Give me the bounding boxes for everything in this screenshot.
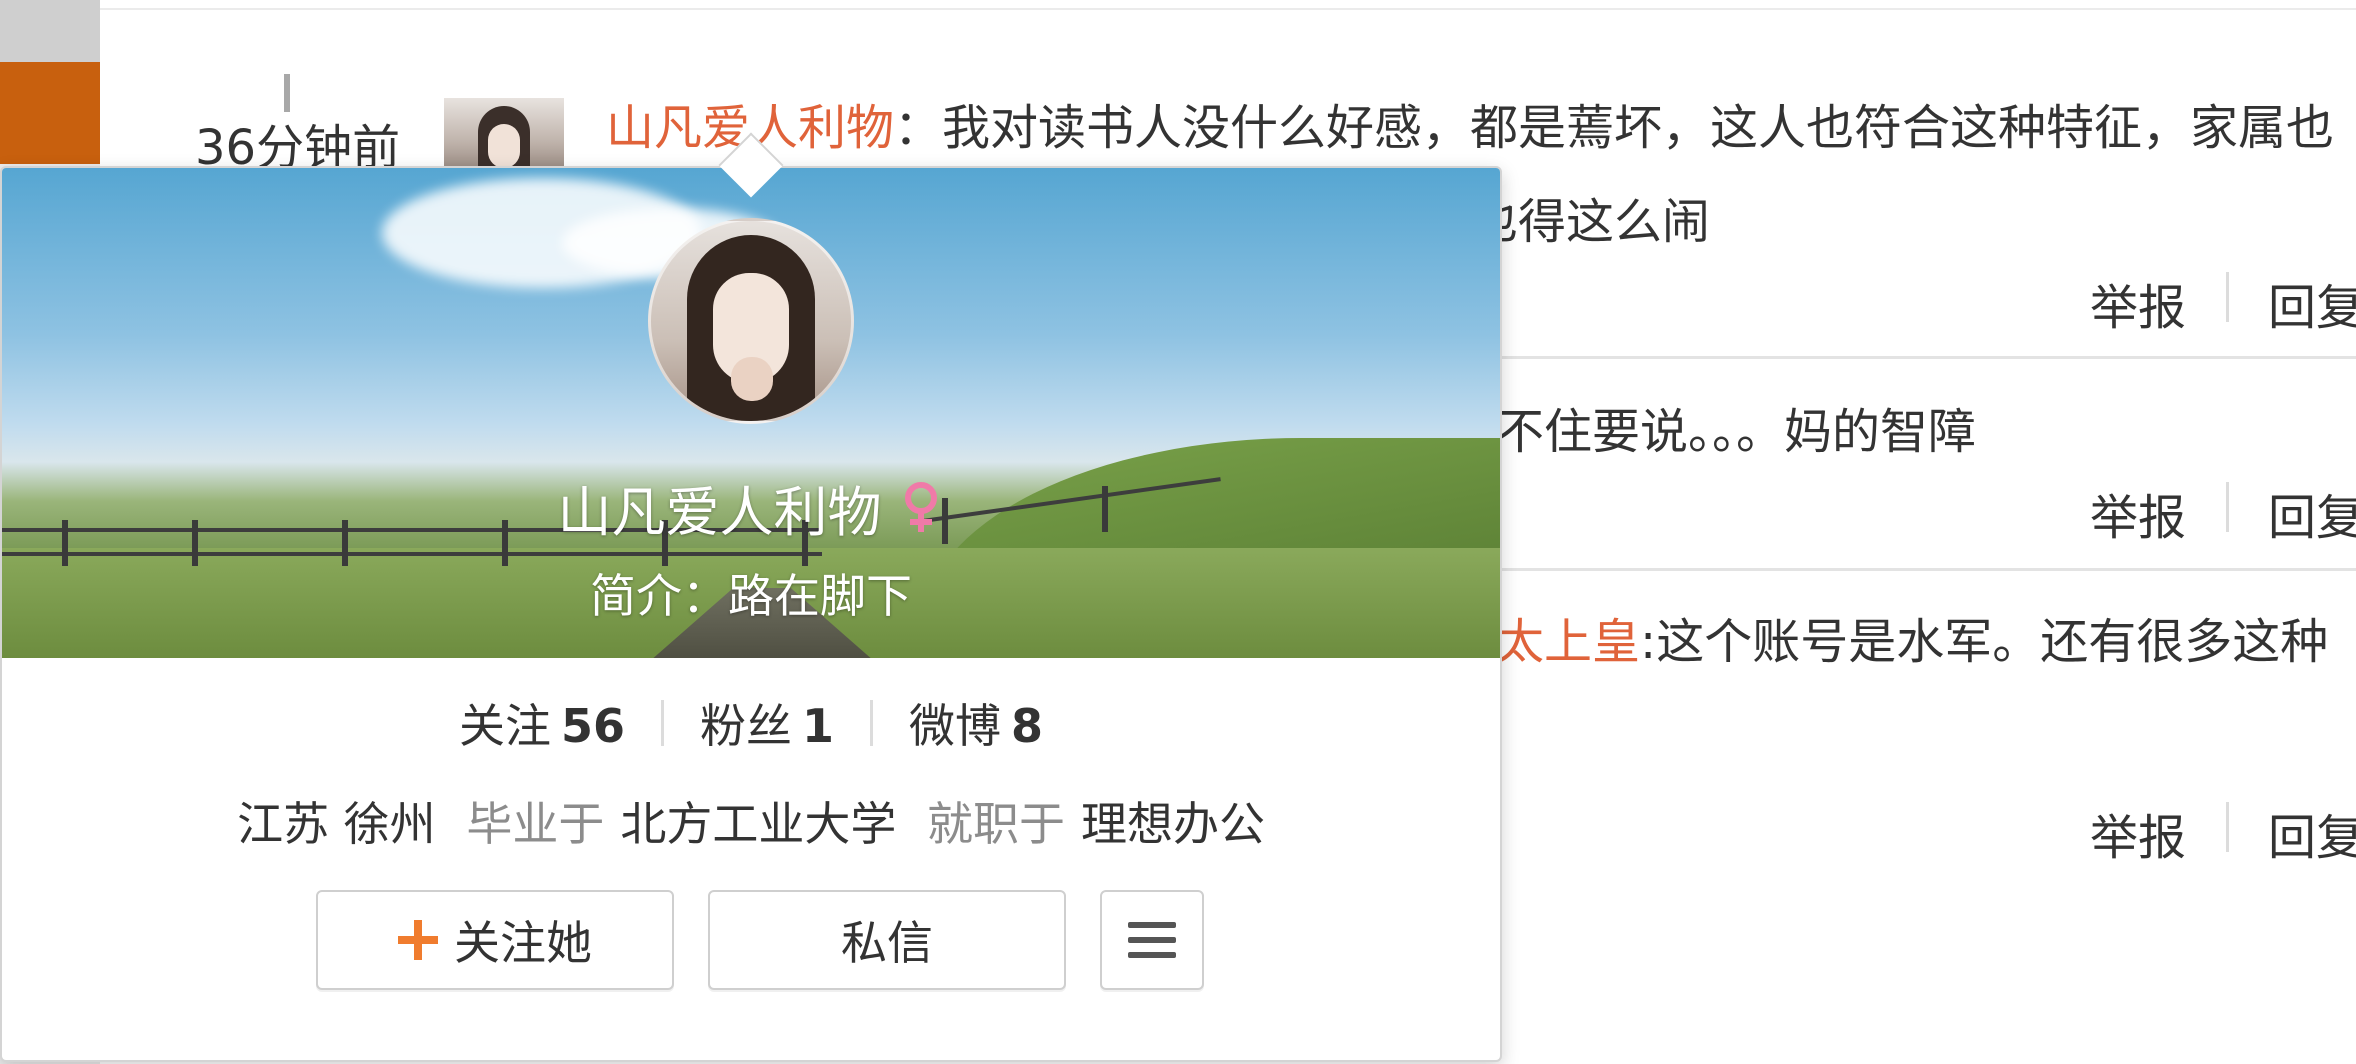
- user-profile-card: 山凡爱人利物 简介：路在脚下 关注 56 粉丝 1 微博 8 江苏 徐州 毕业于 北方工业大…: [0, 166, 1502, 1062]
- comment-divider: [1490, 356, 2356, 359]
- gutter-orange-block: [0, 62, 100, 164]
- gutter-gray-block: [0, 0, 100, 62]
- bio-label: 简介：: [590, 569, 728, 623]
- profile-bio-row: 简介：路在脚下: [2, 560, 1500, 626]
- comment3-username[interactable]: 太上皇: [1496, 614, 1640, 670]
- action-separator: [2226, 272, 2229, 322]
- comment2-text: 不住要说。。。妈的智障: [1496, 404, 1977, 460]
- report-link[interactable]: 举报: [2090, 798, 2186, 868]
- cover-image: 山凡爱人利物 简介：路在脚下: [2, 168, 1500, 658]
- profile-stats: 关注 56 粉丝 1 微博 8: [2, 690, 1500, 756]
- timestamp-marker: [284, 74, 290, 112]
- edu-label: 毕业于: [466, 797, 605, 851]
- message-button[interactable]: 私信: [708, 890, 1066, 990]
- stat-weibo[interactable]: 微博 8: [873, 690, 1079, 756]
- action-separator: [2226, 482, 2229, 532]
- education[interactable]: 北方工业大学: [620, 797, 896, 851]
- comment-divider: [1490, 568, 2356, 571]
- comment3-text: :这个账号是水军。还有很多这种: [1640, 614, 2329, 670]
- message-button-label: 私信: [841, 916, 933, 970]
- stat-followers[interactable]: 粉丝 1: [664, 690, 870, 756]
- job-label: 就职于: [926, 797, 1065, 851]
- comment-line-1: 山凡爱人利物：我对读书人没什么好感，都是蔫坏，这人也符合这种特征，家属也: [606, 88, 2334, 158]
- female-icon: [904, 481, 937, 532]
- plus-icon: [398, 920, 438, 960]
- top-divider: [100, 8, 2356, 10]
- follow-button-label: 关注她: [454, 916, 592, 970]
- report-link[interactable]: 举报: [2090, 268, 2186, 338]
- profile-avatar[interactable]: [648, 218, 854, 424]
- bio-text: 路在脚下: [728, 569, 912, 623]
- profile-name[interactable]: 山凡爱人利物: [557, 481, 881, 544]
- reply-link[interactable]: 回复: [2268, 478, 2356, 548]
- location: 江苏 徐州: [237, 797, 436, 851]
- menu-icon: [1128, 922, 1176, 958]
- comment-colon: ：: [894, 100, 943, 156]
- comment3-line: 太上皇:这个账号是水军。还有很多这种: [1496, 602, 2328, 672]
- fence-rail: [2, 552, 822, 556]
- employer[interactable]: 理想办公: [1081, 797, 1265, 851]
- action-separator: [2226, 802, 2229, 852]
- reply-link[interactable]: 回复: [2268, 268, 2356, 338]
- profile-name-row: 山凡爱人利物: [2, 468, 1500, 547]
- profile-info: 江苏 徐州 毕业于 北方工业大学 就职于 理想办公: [2, 788, 1500, 854]
- comment-text-line1: 我对读书人没什么好感，都是蔫坏，这人也符合这种特征，家属也: [942, 100, 2335, 156]
- comment-text-line2: 也得这么闹: [1470, 194, 1711, 250]
- follow-button[interactable]: 关注她: [316, 890, 674, 990]
- report-link[interactable]: 举报: [2090, 478, 2186, 548]
- reply-link[interactable]: 回复: [2268, 798, 2356, 868]
- more-menu-button[interactable]: [1100, 890, 1204, 990]
- stat-following[interactable]: 关注 56: [423, 690, 661, 756]
